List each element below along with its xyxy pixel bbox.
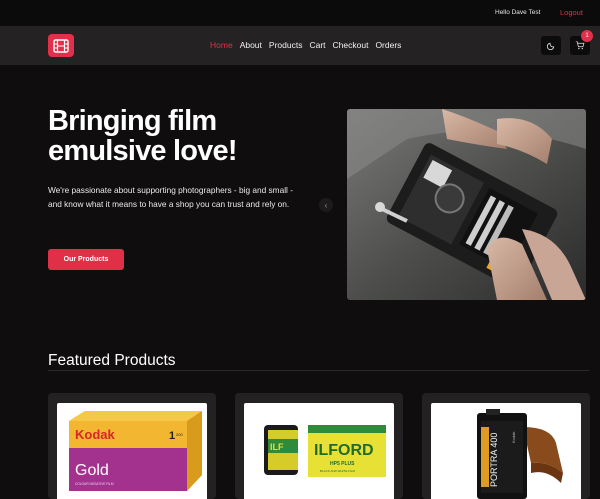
our-products-button[interactable]: Our Products (48, 249, 124, 270)
hero-title-line-2: emulsive love! (48, 135, 237, 167)
product-image-kodak-portra: PORTRA 400 Kodak (431, 403, 581, 499)
kodak-sub-text: COLOUR NEGATIVE FILM (75, 482, 114, 486)
cart-button[interactable]: 1 (570, 30, 593, 55)
nav-home[interactable]: Home (210, 40, 233, 50)
portra-brand-text: Kodak (511, 432, 516, 443)
kodak-gold-text: Gold (75, 462, 109, 479)
hero-title-line-1: Bringing film (48, 105, 217, 137)
nav-checkout[interactable]: Checkout (333, 40, 369, 50)
hero-camera-image (347, 109, 586, 300)
top-bar: Hello Dave Test Logout (0, 0, 600, 26)
theme-toggle-button[interactable] (541, 36, 561, 55)
moon-icon (546, 42, 554, 50)
nav-links: Home About Products Cart Checkout Orders (210, 40, 408, 50)
svg-text:ILF: ILF (270, 442, 284, 452)
product-image-kodak-gold: Kodak 1 200 Gold COLOUR NEGATIVE FILM (57, 403, 207, 499)
carousel-prev-button[interactable]: ‹ (319, 198, 333, 212)
nav-about[interactable]: About (240, 40, 262, 50)
kodak-brand-text: Kodak (75, 427, 116, 442)
chevron-left-icon: ‹ (324, 200, 328, 210)
logout-link[interactable]: Logout (560, 8, 583, 17)
nav-cart[interactable]: Cart (309, 40, 325, 50)
product-card-ilford-hp5[interactable]: ILF ILFORD HP5 PLUS BLACK AND WHITE FILM (235, 393, 403, 499)
main-navbar: Home About Products Cart Checkout Orders… (0, 26, 600, 65)
hero-description: We're passionate about supporting photog… (48, 185, 293, 209)
cart-icon (575, 41, 585, 50)
product-image-ilford-hp5: ILF ILFORD HP5 PLUS BLACK AND WHITE FILM (244, 403, 394, 499)
featured-products-heading: Featured Products (48, 352, 176, 369)
nav-orders[interactable]: Orders (375, 40, 401, 50)
portra-name-text: PORTRA 400 (489, 433, 499, 487)
product-card-kodak-gold[interactable]: Kodak 1 200 Gold COLOUR NEGATIVE FILM (48, 393, 216, 499)
svg-text:1: 1 (169, 430, 175, 442)
featured-divider (48, 370, 589, 371)
ilford-name-text: HP5 PLUS (330, 461, 355, 467)
ilford-sub-text: BLACK AND WHITE FILM (320, 469, 356, 473)
kodak-speed-text: 200 (176, 432, 183, 437)
ilford-brand-text: ILFORD (314, 442, 374, 459)
user-greeting: Hello Dave Test (495, 9, 541, 16)
cart-count-badge: 1 (581, 30, 593, 42)
product-card-kodak-portra[interactable]: PORTRA 400 Kodak (422, 393, 590, 499)
nav-products[interactable]: Products (269, 40, 303, 50)
film-logo-icon[interactable] (48, 34, 74, 57)
hero-title: Bringing film emulsive love! (48, 106, 288, 166)
